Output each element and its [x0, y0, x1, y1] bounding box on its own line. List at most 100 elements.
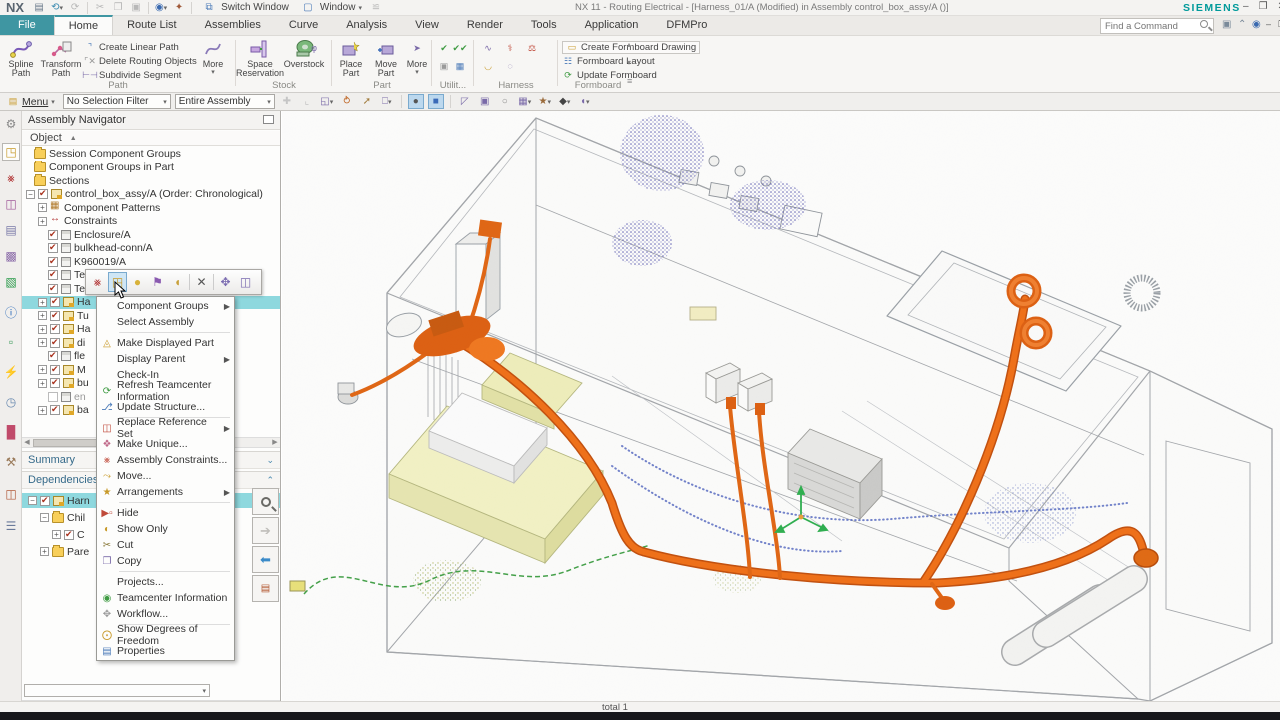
internet-icon[interactable]: ⓘ: [2, 303, 20, 321]
tab-file[interactable]: File: [0, 15, 54, 35]
menu-item-display-parent[interactable]: Display Parent ▶: [97, 351, 234, 367]
tree-row[interactable]: bulkhead-conn/A: [22, 242, 280, 256]
refresh-view-icon[interactable]: ○: [497, 94, 513, 109]
utility-check-icon[interactable]: ✔: [438, 42, 450, 54]
assembly-constraints-icon[interactable]: ⨳: [88, 272, 107, 292]
materials-icon[interactable]: ★ ▾: [537, 94, 553, 109]
qat-overflow-icon[interactable]: ≌: [368, 1, 384, 15]
constraint-navigator-icon[interactable]: ⨳: [2, 169, 20, 187]
selection-filter-combo[interactable]: No Selection Filter ▾: [62, 94, 171, 109]
cut-icon[interactable]: ✂: [92, 1, 108, 15]
tree-row[interactable]: + Constraints: [22, 215, 280, 229]
menu-item-workflow[interactable]: ✥ Workflow...: [97, 606, 234, 622]
transform-path-button[interactable]: Transform Path: [41, 38, 81, 82]
panel-pin-icon[interactable]: [263, 115, 274, 124]
tree-row-control-box-assy[interactable]: − control_box_assy/A (Order: Chronologic…: [22, 188, 280, 202]
manufacturing-wizard-icon[interactable]: ◫: [2, 485, 20, 503]
scene-icon[interactable]: ◆ ▾: [557, 94, 573, 109]
cube-view-icon[interactable]: ■: [427, 94, 444, 109]
menu-item-component-groups[interactable]: Component Groups ▶: [97, 298, 234, 314]
expand-icon[interactable]: +: [38, 297, 47, 307]
window-fit-icon[interactable]: ▣: [477, 94, 493, 109]
web-browser-icon[interactable]: ⚡: [2, 363, 20, 381]
menu-item-arrangements[interactable]: ★ Arrangements ▶: [97, 484, 234, 500]
grid-icon[interactable]: ▦ ▾: [517, 94, 533, 109]
assembly-navigator-icon[interactable]: ◳: [2, 143, 20, 161]
restore-button[interactable]: ❐: [1259, 1, 1268, 12]
copy-icon[interactable]: ❐: [110, 1, 126, 15]
tab-route-list[interactable]: Route List: [113, 15, 191, 35]
expand-icon[interactable]: +: [38, 405, 47, 415]
wrap-stock-icon[interactable]: ◌: [504, 60, 516, 72]
tab-analysis[interactable]: Analysis: [332, 15, 401, 35]
help-icon[interactable]: ◉ ▾: [153, 1, 169, 15]
collapse-icon[interactable]: −: [26, 189, 35, 199]
menu-item-show-only[interactable]: ◐ Show Only: [97, 521, 234, 537]
show-parents-icon[interactable]: ◖: [168, 272, 187, 292]
menu-item-show-degrees-of-freedom[interactable]: ⨀ Show Degrees of Freedom: [97, 623, 234, 647]
checkbox-checked[interactable]: [50, 323, 60, 335]
work-part-icon[interactable]: ●: [128, 272, 147, 292]
render-style-icon[interactable]: ◖ ▾: [577, 94, 593, 109]
wcs-icon[interactable]: ◸: [457, 94, 473, 109]
lasso-icon[interactable]: ⎕ ▾: [379, 94, 395, 109]
collapse-icon[interactable]: −: [40, 513, 49, 522]
utility-multi-check-icon[interactable]: ✔✔: [452, 42, 467, 54]
create-formboard-drawing-button[interactable]: ▭ Create Formboard Drawing: [562, 41, 701, 54]
select-region-icon[interactable]: ◱ ▾: [319, 94, 335, 109]
expand-icon[interactable]: +: [38, 378, 47, 388]
scroll-right-icon[interactable]: ▶: [270, 438, 280, 448]
checkbox-checked[interactable]: [48, 242, 58, 254]
tree-row[interactable]: Sections: [22, 174, 280, 188]
expand-icon[interactable]: +: [38, 311, 47, 321]
minimize-button[interactable]: –: [1243, 1, 1249, 12]
hd3d-tools-icon[interactable]: ▩: [2, 247, 20, 265]
expand-icon[interactable]: +: [38, 365, 47, 375]
command-finder-icon[interactable]: ✦: [171, 1, 187, 15]
wire-route-icon[interactable]: ∿: [482, 42, 494, 54]
tree-row[interactable]: Component Groups in Part: [22, 160, 280, 175]
move-part-button[interactable]: Move Part: [370, 38, 402, 82]
expand-icon[interactable]: +: [38, 216, 47, 226]
formboard-layout-button[interactable]: ☷ Formboard Layout: [562, 55, 655, 68]
details-button[interactable]: ▤: [252, 575, 279, 602]
snap-point-icon[interactable]: ✚: [279, 94, 295, 109]
collapse-icon[interactable]: −: [28, 496, 37, 505]
menu-item-cut[interactable]: ✂ Cut: [97, 537, 234, 553]
delete-routing-objects-button[interactable]: ⌜✕ Delete Routing Objects: [84, 55, 197, 68]
unroute-icon[interactable]: ⚕: [504, 42, 516, 54]
ribbon-options-icon[interactable]: ≡: [627, 76, 632, 86]
selection-scope-combo[interactable]: Entire Assembly ▾: [174, 94, 275, 109]
checkbox-checked[interactable]: [48, 229, 58, 240]
menu-button[interactable]: ▤ Menu ▾: [3, 96, 59, 108]
menu-item-teamcenter-information[interactable]: ◉ Teamcenter Information: [97, 590, 234, 606]
path-more-button[interactable]: More ▾: [196, 38, 230, 82]
save-icon[interactable]: ▤: [31, 1, 47, 15]
zoom-button[interactable]: [252, 488, 279, 515]
expand-icon[interactable]: +: [52, 530, 61, 539]
reroute-icon[interactable]: ⚖: [526, 42, 538, 54]
spline-path-button[interactable]: Spline Path: [2, 38, 40, 82]
switch-window-button[interactable]: ⧉ Switch Window: [195, 0, 294, 16]
process-studio-icon[interactable]: ⚒: [2, 453, 20, 471]
gear-icon[interactable]: ⚙: [2, 115, 20, 133]
expand-icon[interactable]: +: [40, 547, 49, 556]
checkbox-checked[interactable]: [50, 364, 60, 375]
ribbon-scroll-down-icon[interactable]: ▾: [627, 58, 631, 67]
tab-view[interactable]: View: [401, 15, 453, 35]
redo-icon[interactable]: ⟳: [67, 1, 83, 15]
tab-curve[interactable]: Curve: [275, 15, 332, 35]
tab-assemblies[interactable]: Assemblies: [191, 15, 275, 35]
checkbox-checked[interactable]: [50, 310, 60, 321]
space-reservation-button[interactable]: Space Reservation: [236, 38, 284, 82]
checkbox-checked[interactable]: [48, 283, 58, 294]
notes-icon[interactable]: ☰: [2, 517, 20, 535]
reuse-library-icon[interactable]: ▤: [2, 221, 20, 239]
help-icon[interactable]: ◉: [1252, 19, 1261, 30]
ribbon-scroll-up-icon[interactable]: ▴: [627, 40, 631, 49]
menu-item-move[interactable]: ⤳ Move...: [97, 468, 234, 484]
checkbox-checked[interactable]: [48, 256, 58, 267]
checkbox-checked[interactable]: [50, 337, 60, 348]
tree-row[interactable]: Enclosure/A: [22, 228, 280, 242]
window-menu-button[interactable]: ▢ Window ▾: [294, 0, 367, 16]
